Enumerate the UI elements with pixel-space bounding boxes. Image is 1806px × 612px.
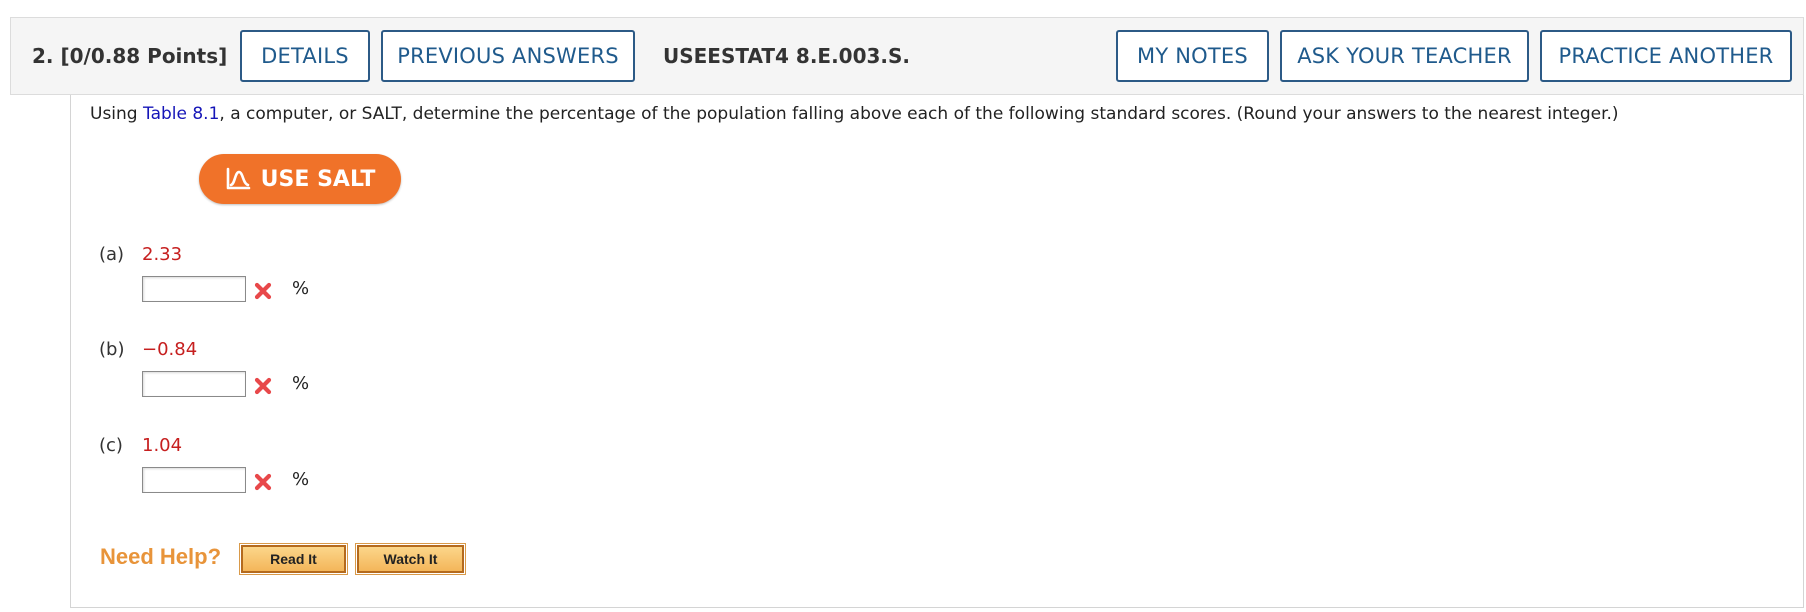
ask-your-teacher-button[interactable]: ASK YOUR TEACHER bbox=[1280, 30, 1529, 82]
details-button[interactable]: DETAILS bbox=[240, 30, 370, 82]
question-prompt: Using Table 8.1, a computer, or SALT, de… bbox=[90, 104, 1619, 124]
incorrect-x-icon bbox=[254, 282, 272, 300]
read-it-button[interactable]: Read It bbox=[239, 543, 348, 575]
need-help-label: Need Help? bbox=[100, 544, 222, 569]
question-number: 2. bbox=[32, 44, 54, 68]
part-a-answer-input[interactable] bbox=[142, 276, 246, 302]
table-link[interactable]: Table 8.1 bbox=[143, 104, 219, 124]
part-b-label: (b) bbox=[99, 339, 125, 360]
assignment-id: USEESTAT4 8.E.003.S. bbox=[663, 44, 911, 68]
incorrect-x-icon bbox=[254, 377, 272, 395]
question-points: [0/0.88 Points] bbox=[60, 44, 228, 68]
prompt-prefix: Using bbox=[90, 104, 143, 124]
chart-bell-curve-icon bbox=[226, 167, 250, 190]
part-b-unit: % bbox=[292, 373, 310, 394]
part-b-answer-input[interactable] bbox=[142, 371, 246, 397]
prompt-suffix: , a computer, or SALT, determine the per… bbox=[219, 104, 1619, 124]
part-a-label: (a) bbox=[99, 244, 125, 265]
practice-another-button[interactable]: PRACTICE ANOTHER bbox=[1540, 30, 1792, 82]
my-notes-button[interactable]: MY NOTES bbox=[1116, 30, 1269, 82]
part-c-answer-input[interactable] bbox=[142, 467, 246, 493]
use-salt-label: USE SALT bbox=[260, 166, 376, 192]
part-b-value: −0.84 bbox=[142, 339, 198, 360]
question-number-points: 2. [0/0.88 Points] bbox=[32, 44, 227, 68]
previous-answers-button[interactable]: PREVIOUS ANSWERS bbox=[381, 30, 635, 82]
part-a-value: 2.33 bbox=[142, 244, 183, 265]
part-c-value: 1.04 bbox=[142, 435, 183, 456]
incorrect-x-icon bbox=[254, 473, 272, 491]
watch-it-button[interactable]: Watch It bbox=[355, 543, 466, 575]
part-c-label: (c) bbox=[99, 435, 123, 456]
part-c-unit: % bbox=[292, 469, 310, 490]
use-salt-button[interactable]: USE SALT bbox=[199, 154, 401, 204]
part-a-unit: % bbox=[292, 278, 310, 299]
